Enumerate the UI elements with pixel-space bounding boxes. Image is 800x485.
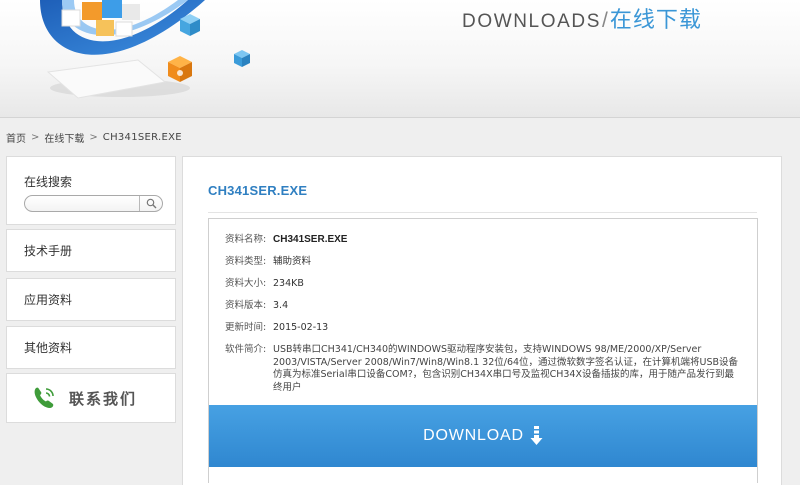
download-detail-panel: CH341SER.EXE 资料名称: CH341SER.EXE 资料类型: 辅助… <box>182 156 782 485</box>
file-info-box: 资料名称: CH341SER.EXE 资料类型: 辅助资料 资料大小: 234K… <box>208 218 758 483</box>
download-label: DOWNLOAD <box>423 427 524 444</box>
sidebar-contact-us[interactable]: 联系我们 <box>6 373 176 423</box>
info-value: 2015-02-13 <box>273 322 329 333</box>
sidebar-search-box: 在线搜索 <box>6 156 176 225</box>
page-title: CH341SER.EXE <box>208 183 308 198</box>
info-key: 资料版本: <box>225 300 267 311</box>
contact-us-label: 联系我们 <box>69 389 138 408</box>
sidebar-item-application-notes[interactable]: 应用资料 <box>6 278 176 321</box>
download-button[interactable]: DOWNLOAD <box>209 405 757 467</box>
banner-title-separator: / <box>601 9 608 32</box>
breadcrumb-current: CH341SER.EXE <box>102 131 182 143</box>
banner-title-en: DOWNLOADS <box>462 11 601 32</box>
info-key: 资料名称: <box>225 234 267 245</box>
banner-title: DOWNLOADS / 在线下载 <box>462 2 702 33</box>
info-row-updated: 更新时间: 2015-02-13 <box>225 322 328 335</box>
search-button[interactable] <box>139 196 162 211</box>
search-field <box>24 195 163 212</box>
sidebar-item-other-materials[interactable]: 其他资料 <box>6 326 176 369</box>
search-icon <box>146 198 156 209</box>
breadcrumb-separator: > <box>31 131 40 143</box>
info-value: CH341SER.EXE <box>273 234 348 245</box>
info-key: 资料类型: <box>225 256 267 267</box>
sidebar-item-technical-manual[interactable]: 技术手册 <box>6 229 176 272</box>
search-label: 在线搜索 <box>24 175 73 189</box>
breadcrumb: 首页 > 在线下载 > CH341SER.EXE <box>6 130 182 145</box>
info-row-type: 资料类型: 辅助资料 <box>225 256 311 269</box>
page-banner: DOWNLOADS / 在线下载 <box>0 0 800 118</box>
banner-title-cn: 在线下载 <box>609 8 702 33</box>
info-row-size: 资料大小: 234KB <box>225 278 304 291</box>
info-value: 辅助资料 <box>273 256 312 267</box>
info-key: 更新时间: <box>225 322 267 333</box>
info-row-version: 资料版本: 3.4 <box>225 300 288 313</box>
breadcrumb-downloads-link[interactable]: 在线下载 <box>44 130 84 145</box>
info-value: 234KB <box>273 278 304 289</box>
title-divider <box>208 212 757 213</box>
info-row-description: 软件简介: USB转串口CH341/CH340的WINDOWS驱动程序安装包，支… <box>225 344 745 394</box>
download-arrow-icon <box>530 426 543 446</box>
info-key: 软件简介: <box>225 344 267 355</box>
info-key: 资料大小: <box>225 278 267 289</box>
search-input[interactable] <box>25 196 138 211</box>
info-row-name: 资料名称: CH341SER.EXE <box>225 234 347 247</box>
phone-icon <box>34 387 54 408</box>
breadcrumb-separator: > <box>89 131 98 143</box>
info-value: 3.4 <box>273 300 289 311</box>
info-value: USB转串口CH341/CH340的WINDOWS驱动程序安装包，支持WINDO… <box>273 344 739 393</box>
cube-ribbon-logo-icon <box>40 0 250 99</box>
breadcrumb-home-link[interactable]: 首页 <box>6 130 26 145</box>
